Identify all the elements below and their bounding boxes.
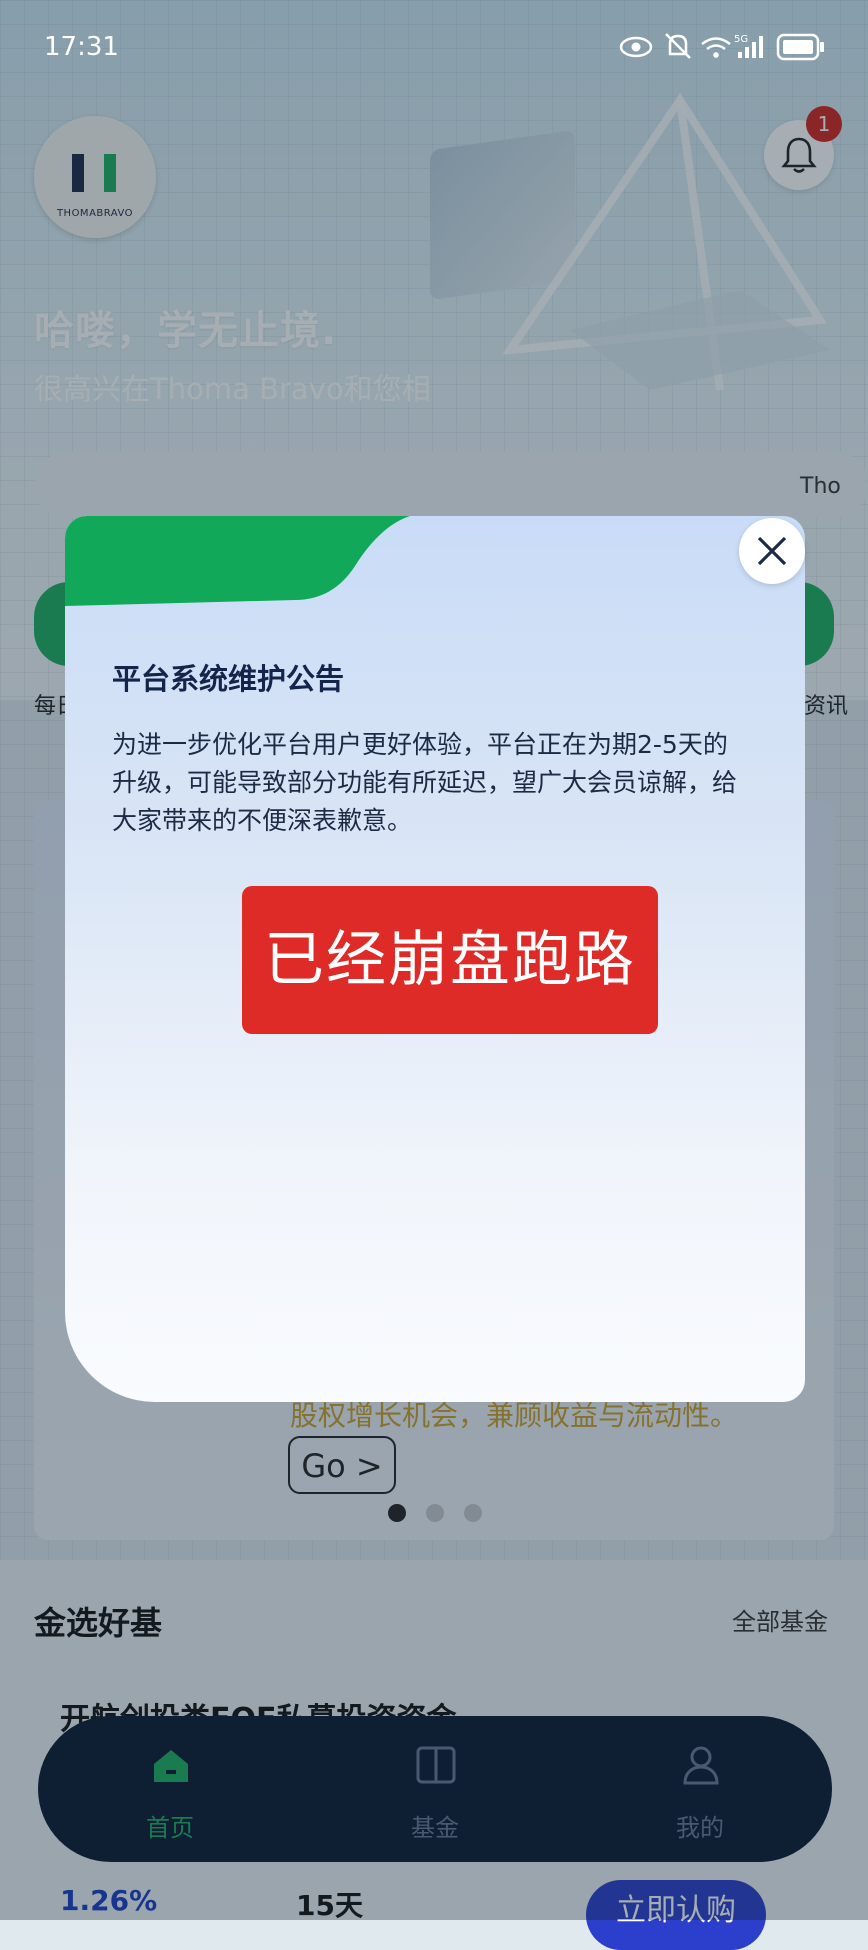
close-button[interactable] <box>739 518 805 584</box>
status-icons: 5G <box>619 33 824 61</box>
close-icon <box>757 536 787 566</box>
eye-icon <box>619 36 653 58</box>
status-time: 17:31 <box>44 32 119 62</box>
network-label: 5G <box>734 34 748 45</box>
collapse-notice-button[interactable]: 已经崩盘跑路 <box>242 886 658 1034</box>
dialog-tab-decoration <box>65 516 410 606</box>
dialog-title: 平台系统维护公告 <box>112 662 345 696</box>
wifi-icon <box>701 37 731 58</box>
mute-icon <box>665 33 691 59</box>
maintenance-notice-dialog: 平台系统维护公告 为进一步优化平台用户更好体验，平台正在为期2-5天的升级，可能… <box>65 516 805 1402</box>
dialog-message: 为进一步优化平台用户更好体验，平台正在为期2-5天的升级，可能导致部分功能有所延… <box>112 730 738 835</box>
battery-icon <box>776 33 824 61</box>
